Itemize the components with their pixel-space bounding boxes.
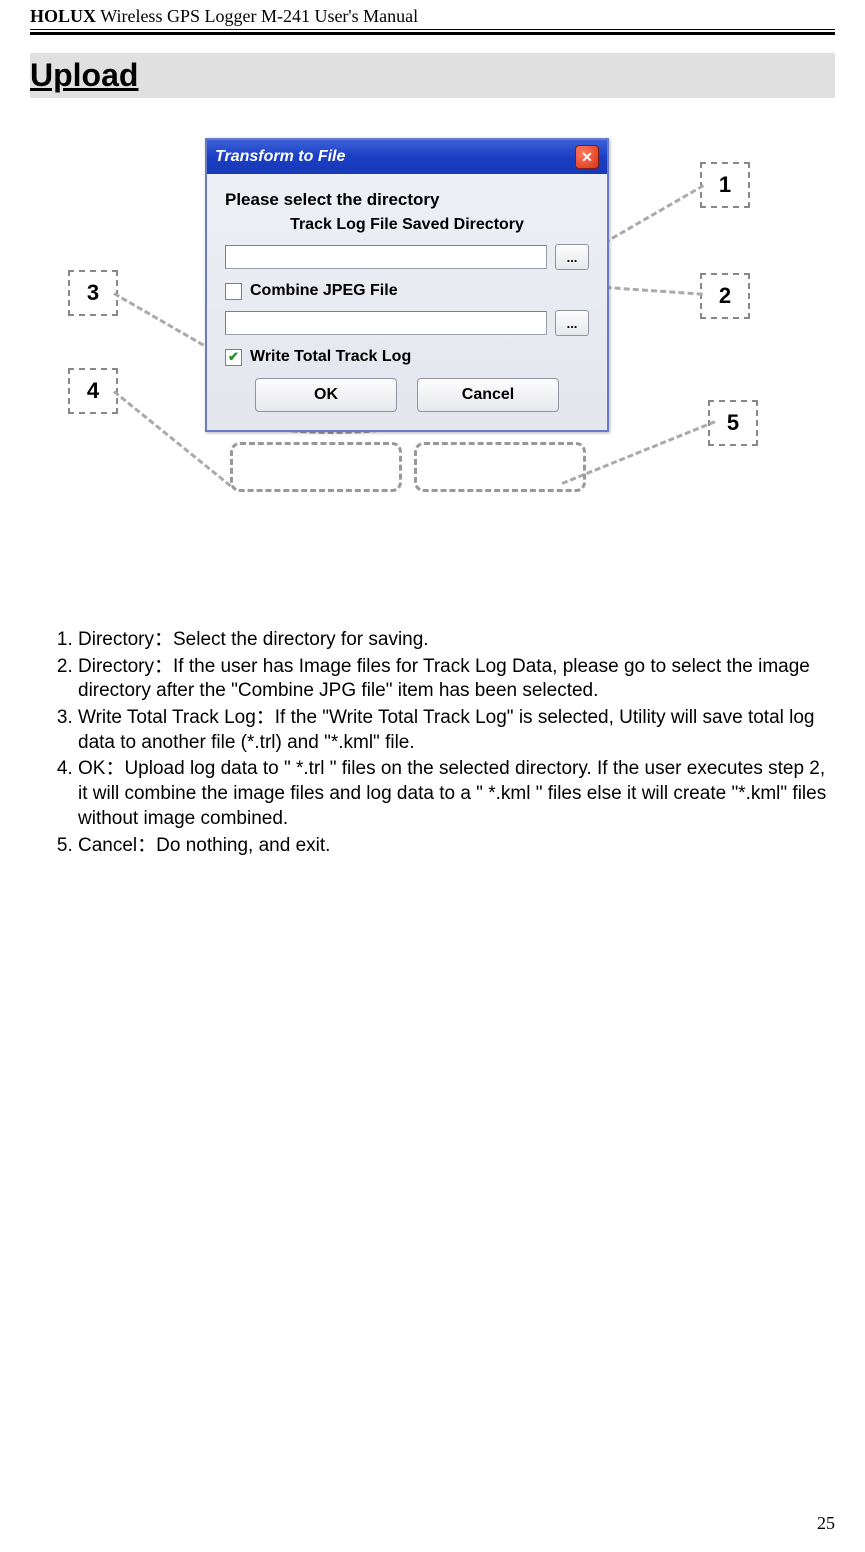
directory-input-2[interactable]: [225, 311, 547, 335]
brand-rest: Wireless GPS Logger M-241 User's Manual: [96, 6, 418, 26]
callout-4: 4: [68, 368, 118, 414]
close-icon[interactable]: ✕: [575, 145, 599, 169]
list-item: Directory：Select the directory for savin…: [78, 628, 835, 653]
row-directory-1: ...: [225, 244, 589, 270]
combine-row: Combine JPEG File: [225, 282, 589, 300]
highlight-cancel: [414, 442, 586, 492]
write-total-label: Write Total Track Log: [250, 348, 411, 366]
list-item: Write Total Track Log：If the "Write Tota…: [78, 706, 835, 755]
header-rule: [30, 29, 835, 35]
list-item: Directory：If the user has Image files fo…: [78, 655, 835, 704]
list-item: Cancel：Do nothing, and exit.: [78, 834, 835, 859]
callout-3: 3: [68, 270, 118, 316]
dialog-prompt: Please select the directory: [225, 190, 589, 210]
brand-bold: HOLUX: [30, 6, 96, 26]
doc-header: HOLUX Wireless GPS Logger M-241 User's M…: [30, 0, 835, 27]
write-total-row: Write Total Track Log: [225, 348, 589, 366]
browse-button-1[interactable]: ...: [555, 244, 589, 270]
transform-dialog: Transform to File ✕ Please select the di…: [205, 138, 609, 432]
directory-input-1[interactable]: [225, 245, 547, 269]
browse-button-2[interactable]: ...: [555, 310, 589, 336]
figure-area: 1 2 3 4 5 Transform to File ✕ Please sel…: [30, 138, 835, 618]
instructions: Directory：Select the directory for savin…: [30, 628, 835, 858]
highlight-ok: [230, 442, 402, 492]
row-directory-2: ...: [225, 310, 589, 336]
dialog-button-row: OK Cancel: [225, 378, 589, 412]
dialog-title: Transform to File: [215, 148, 345, 166]
ok-button[interactable]: OK: [255, 378, 397, 412]
combine-checkbox[interactable]: [225, 283, 242, 300]
dialog-titlebar: Transform to File ✕: [207, 140, 607, 174]
section-title: Upload: [30, 53, 835, 98]
write-total-checkbox[interactable]: [225, 349, 242, 366]
list-item: OK：Upload log data to " *.trl " files on…: [78, 757, 835, 831]
cancel-button[interactable]: Cancel: [417, 378, 559, 412]
callout-1: 1: [700, 162, 750, 208]
combine-label: Combine JPEG File: [250, 282, 398, 300]
callout-2: 2: [700, 273, 750, 319]
dialog-body: Please select the directory Track Log Fi…: [207, 174, 607, 430]
page-number: 25: [817, 1513, 835, 1534]
dialog-subtitle: Track Log File Saved Directory: [225, 216, 589, 234]
